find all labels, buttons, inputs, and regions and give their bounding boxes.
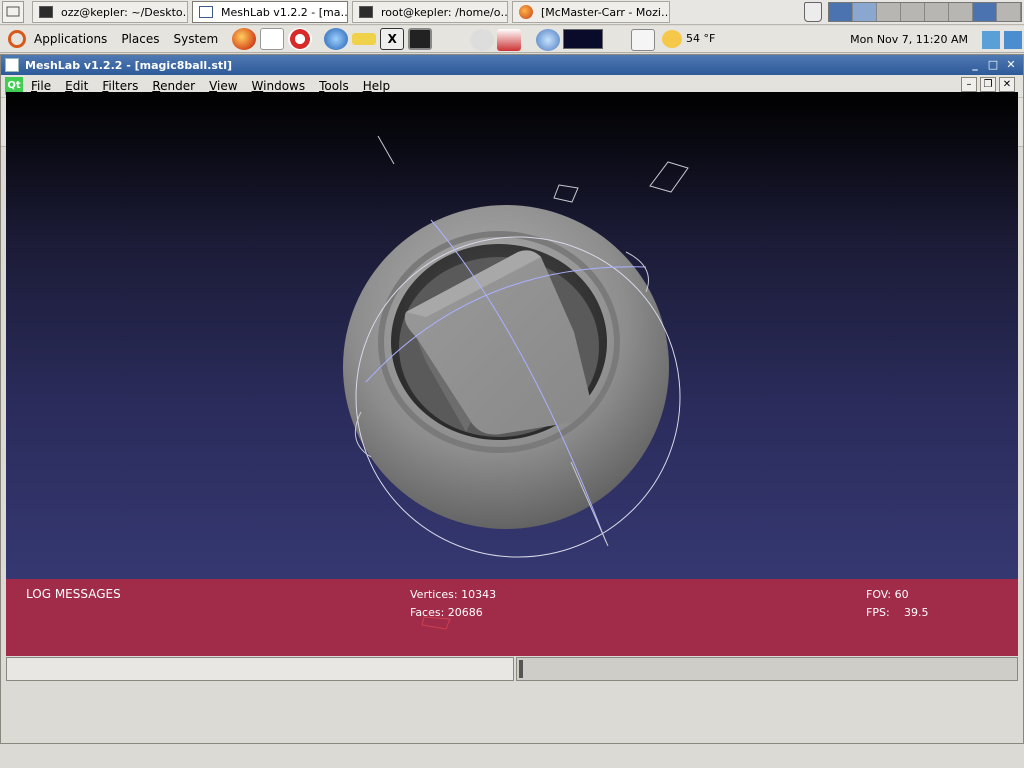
3d-viewport[interactable]	[6, 92, 1018, 579]
terminal-launcher-icon[interactable]	[408, 28, 433, 50]
calendar-icon[interactable]	[631, 29, 655, 51]
search-applet-icon[interactable]	[470, 29, 494, 51]
close-window-button[interactable]: ✕	[1003, 58, 1019, 72]
progress-grip	[519, 660, 523, 678]
maximize-button[interactable]: □	[985, 58, 1001, 72]
fps-label: FPS:	[866, 606, 890, 619]
firefox-launcher-icon[interactable]	[232, 28, 257, 50]
task-terminal-1[interactable]: ozz@kepler: ~/Deskto…	[32, 1, 188, 23]
menu-tools[interactable]: Tools	[319, 79, 349, 93]
task-firefox[interactable]: [McMaster-Carr - Mozi…	[512, 1, 670, 23]
workspace-8[interactable]	[997, 3, 1021, 21]
terminal-icon	[359, 6, 373, 18]
places-menu[interactable]: Places	[121, 32, 159, 46]
window-titlebar[interactable]: MeshLab v1.2.2 - [magic8ball.stl] _ □ ✕	[1, 55, 1023, 75]
log-panel: LOG MESSAGES Vertices: 10343 Faces: 2068…	[6, 579, 1018, 656]
volume-icon[interactable]	[1004, 30, 1022, 49]
workspace-7[interactable]	[973, 3, 997, 21]
window-title: MeshLab v1.2.2 - [magic8ball.stl]	[25, 58, 232, 72]
cpu-graph	[563, 29, 603, 49]
update-launcher-icon[interactable]	[324, 28, 349, 50]
network-icon[interactable]	[536, 29, 560, 51]
meshlab-window-icon[interactable]	[5, 58, 19, 72]
fps-value: 39.5	[904, 606, 929, 619]
progress-bar	[516, 657, 1018, 681]
axis-gizmo	[421, 616, 451, 630]
task-meshlab[interactable]: MeshLab v1.2.2 - [ma…	[192, 1, 348, 23]
menu-render[interactable]: Render	[152, 79, 195, 93]
clock[interactable]: Mon Nov 7, 11:20 AM	[850, 33, 968, 46]
menu-edit[interactable]: Edit	[65, 79, 88, 93]
taskbar: ozz@kepler: ~/Deskto… MeshLab v1.2.2 - […	[0, 0, 1024, 25]
mdi-close-button[interactable]: ✕	[999, 77, 1015, 92]
workspace-2[interactable]	[853, 3, 877, 21]
notes-launcher-icon[interactable]	[352, 33, 377, 45]
weather-icon	[662, 30, 682, 48]
applications-menu[interactable]: Applications	[34, 32, 107, 46]
show-desktop-button[interactable]	[2, 1, 24, 23]
log-title: LOG MESSAGES	[26, 587, 121, 601]
workspace-4[interactable]	[901, 3, 925, 21]
help-launcher-icon[interactable]	[288, 28, 313, 50]
menu-view[interactable]: View	[209, 79, 237, 93]
fov-readout: FOV: 60	[866, 588, 909, 601]
task-label: root@kepler: /home/o…	[381, 5, 508, 19]
menu-windows[interactable]: Windows	[252, 79, 306, 93]
trash-icon[interactable]	[804, 2, 822, 22]
gnome-panel: Applications Places System X 54 °F Mon N…	[0, 26, 1024, 53]
task-label: ozz@kepler: ~/Deskto…	[61, 5, 188, 19]
menu-file[interactable]: File	[31, 79, 51, 93]
workspace-6[interactable]	[949, 3, 973, 21]
workspace-switcher[interactable]	[828, 2, 1022, 22]
terminal-icon	[39, 6, 53, 18]
status-message-area	[6, 657, 514, 681]
mail-launcher-icon[interactable]	[260, 28, 285, 50]
system-menu[interactable]: System	[173, 32, 218, 46]
menu-filters[interactable]: Filters	[102, 79, 138, 93]
weather-temp[interactable]: 54 °F	[686, 32, 715, 45]
task-label: [McMaster-Carr - Mozi…	[541, 5, 670, 19]
desktop-icon	[6, 6, 20, 17]
task-label: MeshLab v1.2.2 - [ma…	[221, 5, 348, 19]
mdi-restore-button[interactable]: ❐	[980, 77, 996, 92]
workspace-3[interactable]	[877, 3, 901, 21]
minimize-button[interactable]: _	[967, 58, 983, 72]
x-launcher-icon[interactable]: X	[380, 28, 405, 50]
firefox-icon	[519, 5, 533, 19]
task-terminal-2[interactable]: root@kepler: /home/o…	[352, 1, 508, 23]
system-monitor-icon[interactable]	[497, 29, 521, 51]
mdi-minimize-button[interactable]: –	[961, 77, 977, 92]
meshlab-icon	[199, 6, 213, 18]
network-manager-icon[interactable]	[982, 30, 1000, 49]
mesh-render[interactable]	[6, 92, 1018, 579]
ubuntu-logo-icon[interactable]	[8, 30, 26, 48]
workspace-5[interactable]	[925, 3, 949, 21]
status-bar	[6, 657, 1018, 683]
vertex-count: Vertices: 10343	[410, 588, 497, 601]
workspace-1[interactable]	[829, 3, 853, 21]
menu-help[interactable]: Help	[363, 79, 390, 93]
